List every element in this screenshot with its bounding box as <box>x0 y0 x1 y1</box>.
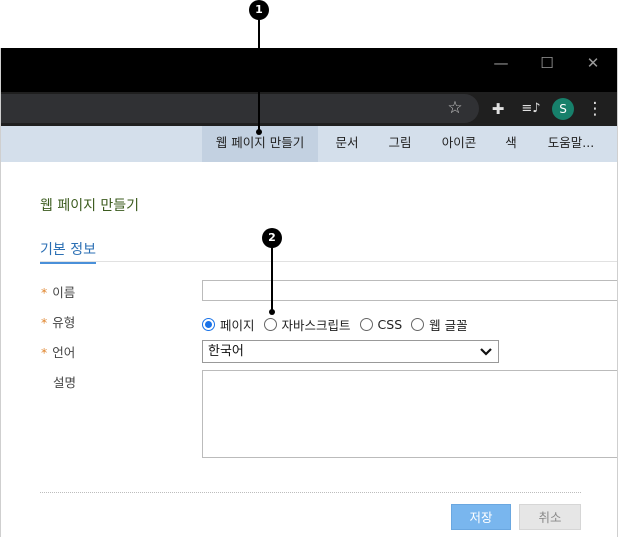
extensions-icon[interactable]: ✚ <box>488 99 508 119</box>
callout-2-dot <box>269 309 275 315</box>
name-input[interactable] <box>202 280 617 301</box>
profile-avatar[interactable]: S <box>552 98 574 120</box>
title-bar: — ☐ ✕ <box>1 48 617 92</box>
description-textarea[interactable] <box>202 370 617 458</box>
reading-list-icon[interactable]: ≡♪ <box>520 99 542 119</box>
menu-item-color[interactable]: 색 <box>496 126 526 162</box>
callout-1-dot <box>256 129 262 135</box>
radio-empty-icon[interactable] <box>411 317 425 331</box>
callout-2-line <box>271 243 273 312</box>
chevron-down-icon <box>480 348 492 356</box>
name-label: * 이름 <box>41 282 75 301</box>
radio-css-label: CSS <box>377 316 403 332</box>
radio-page[interactable]: 페이지 <box>202 315 255 334</box>
name-label-text: 이름 <box>52 285 76 300</box>
section-divider <box>40 261 617 262</box>
required-mark: * <box>41 285 48 300</box>
more-icon[interactable]: ⋮ <box>585 99 605 119</box>
radio-web-font-label: 웹 글꼴 <box>429 317 468 333</box>
radio-empty-icon[interactable] <box>359 317 373 331</box>
minimize-button[interactable]: — <box>478 48 524 78</box>
save-button[interactable]: 저장 <box>451 504 511 530</box>
radio-empty-icon[interactable] <box>263 317 277 331</box>
star-icon[interactable]: ☆ <box>445 98 465 118</box>
language-select[interactable]: 한국어 <box>202 340 499 363</box>
language-label-text: 언어 <box>52 345 76 360</box>
language-select-value: 한국어 <box>208 344 244 359</box>
required-mark: * <box>41 315 48 330</box>
page-title: 웹 페이지 만들기 <box>40 198 140 214</box>
browser-window: — ☐ ✕ ☆ ✚ ≡♪ S ⋮ 웹 페이지 만들기 문서 그림 아이콘 색 도… <box>0 48 618 537</box>
callout-2-badge: 2 <box>262 228 282 248</box>
radio-javascript[interactable]: 자바스크립트 <box>263 315 351 334</box>
type-radio-group: 페이지 자바스크립트 CSS 웹 글꼴 <box>202 314 477 334</box>
type-label-text: 유형 <box>52 315 76 330</box>
language-label: * 언어 <box>41 342 75 361</box>
callout-1-badge: 1 <box>249 0 269 20</box>
address-bar: ☆ ✚ ≡♪ S ⋮ <box>1 92 617 126</box>
radio-page-label: 페이지 <box>220 317 255 333</box>
app-menu-bar: 웹 페이지 만들기 문서 그림 아이콘 색 도움말... <box>1 126 617 162</box>
maximize-button[interactable]: ☐ <box>524 48 570 78</box>
omnibox[interactable] <box>1 94 479 123</box>
type-label: * 유형 <box>41 312 75 331</box>
menu-item-document[interactable]: 문서 <box>325 126 369 162</box>
cancel-button[interactable]: 취소 <box>519 504 581 530</box>
radio-javascript-label: 자바스크립트 <box>281 317 351 333</box>
required-mark: * <box>41 345 48 360</box>
radio-css[interactable]: CSS <box>359 316 403 332</box>
callout-1-line <box>258 16 260 132</box>
close-button[interactable]: ✕ <box>570 48 616 78</box>
menu-item-icon[interactable]: 아이콘 <box>432 126 486 162</box>
form-footer-divider <box>40 492 581 493</box>
menu-item-help[interactable]: 도움말... <box>536 126 606 162</box>
radio-selected-icon[interactable] <box>202 317 215 331</box>
description-label: 설명 <box>53 375 77 390</box>
radio-web-font[interactable]: 웹 글꼴 <box>411 315 468 334</box>
menu-item-picture[interactable]: 그림 <box>378 126 422 162</box>
